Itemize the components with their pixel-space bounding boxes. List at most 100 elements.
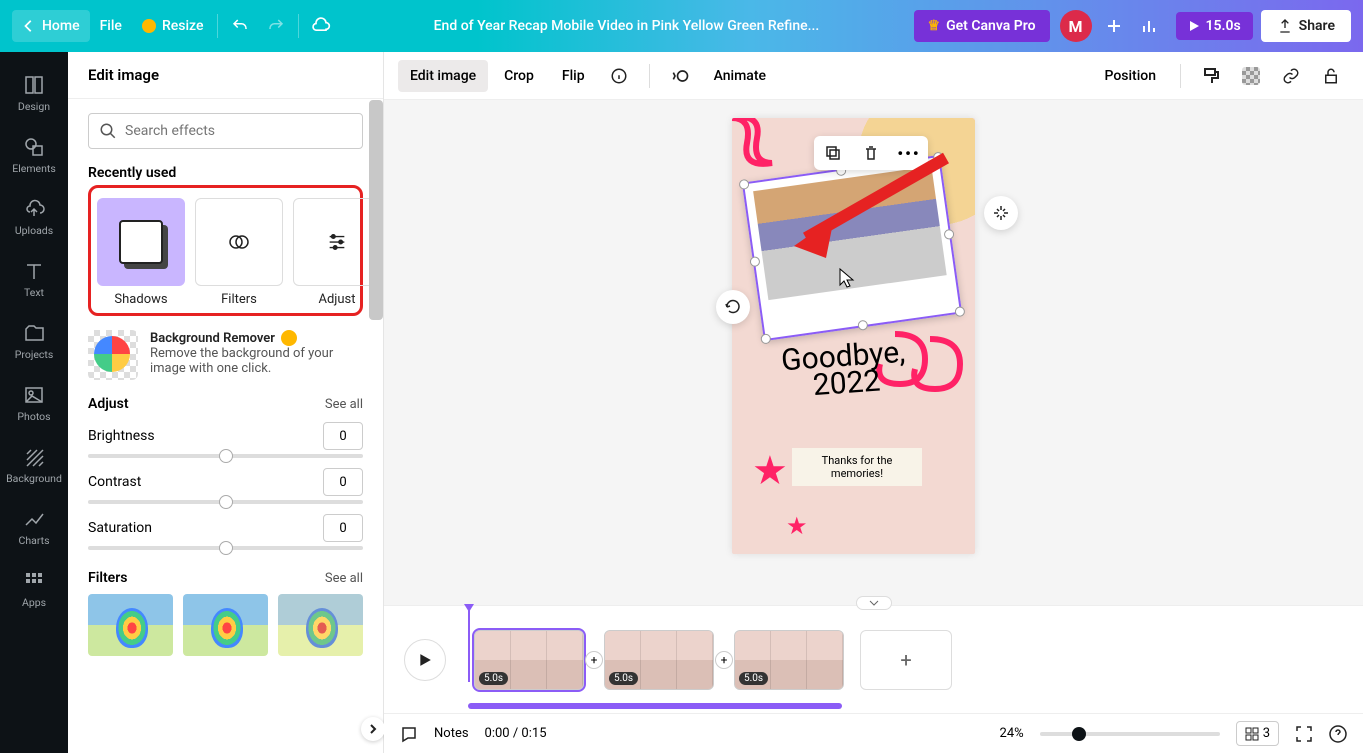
more-button[interactable]: ••• bbox=[890, 136, 928, 170]
flip-tab[interactable]: Flip bbox=[550, 60, 597, 92]
selected-image[interactable] bbox=[742, 155, 962, 341]
effect-adjust[interactable]: Adjust bbox=[293, 198, 381, 307]
document-title[interactable]: End of Year Recap Mobile Video in Pink Y… bbox=[339, 18, 913, 34]
see-all-filters[interactable]: See all bbox=[325, 571, 363, 586]
animate-button[interactable] bbox=[666, 62, 694, 90]
brightness-slider[interactable] bbox=[88, 454, 363, 458]
search-field[interactable] bbox=[125, 123, 352, 139]
lock-button[interactable] bbox=[1317, 62, 1345, 90]
element-float-toolbar: ••• bbox=[814, 136, 928, 170]
shadows-thumb bbox=[97, 198, 185, 286]
effect-filters[interactable]: Filters bbox=[195, 198, 283, 307]
saturation-label: Saturation bbox=[88, 520, 152, 536]
cloud-sync-button[interactable] bbox=[303, 8, 339, 44]
contrast-label: Contrast bbox=[88, 474, 141, 490]
chevron-right-icon bbox=[367, 723, 379, 735]
redo-button[interactable] bbox=[258, 8, 294, 44]
rail-apps[interactable]: Apps bbox=[0, 558, 68, 620]
analytics-button[interactable] bbox=[1132, 8, 1168, 44]
redo-icon bbox=[267, 17, 285, 35]
rail-background[interactable]: Background bbox=[0, 434, 68, 496]
delete-button[interactable] bbox=[852, 136, 890, 170]
duplicate-button[interactable] bbox=[814, 136, 852, 170]
rail-design[interactable]: Design bbox=[0, 62, 68, 124]
rail-text[interactable]: Text bbox=[0, 248, 68, 310]
copy-style-button[interactable] bbox=[1197, 62, 1225, 90]
page-grid-button[interactable]: 3 bbox=[1236, 721, 1279, 746]
share-button[interactable]: Share bbox=[1261, 10, 1351, 42]
star-decoration-small: ★ bbox=[786, 512, 808, 540]
file-menu[interactable]: File bbox=[90, 10, 132, 42]
adjust-section-title: Adjust bbox=[88, 396, 129, 412]
panel-next-button[interactable] bbox=[361, 717, 385, 741]
rotate-button[interactable] bbox=[716, 290, 750, 324]
resize-button[interactable]: Resize bbox=[132, 10, 214, 42]
canvas-stage[interactable]: Goodbye, 2022 Thanks for the memories! ★… bbox=[384, 100, 1363, 605]
fullscreen-icon[interactable] bbox=[1295, 725, 1313, 743]
clip-3[interactable]: 5.0s bbox=[734, 630, 844, 690]
bgr-desc: Remove the background of your image with… bbox=[150, 346, 363, 376]
clip-2[interactable]: 5.0s bbox=[604, 630, 714, 690]
bgr-thumb bbox=[88, 330, 138, 380]
canvas-page[interactable]: Goodbye, 2022 Thanks for the memories! ★… bbox=[732, 118, 975, 554]
add-between-1[interactable]: + bbox=[585, 651, 603, 669]
info-button[interactable] bbox=[605, 62, 633, 90]
undo-button[interactable] bbox=[222, 8, 258, 44]
chart-icon bbox=[1141, 17, 1159, 35]
filter-preset-1[interactable] bbox=[88, 594, 173, 656]
help-icon[interactable] bbox=[1329, 725, 1347, 743]
crop-tab[interactable]: Crop bbox=[492, 60, 546, 92]
zoom-slider[interactable] bbox=[1040, 732, 1220, 736]
position-button[interactable]: Position bbox=[1092, 60, 1168, 92]
crown-icon: ♕ bbox=[928, 18, 941, 34]
grid-icon bbox=[1245, 727, 1259, 741]
filters-thumb bbox=[195, 198, 283, 286]
home-label: Home bbox=[42, 18, 80, 34]
brightness-label: Brightness bbox=[88, 428, 155, 444]
search-effects-input[interactable] bbox=[88, 113, 363, 149]
zoom-percent[interactable]: 24% bbox=[1000, 726, 1024, 741]
filter-preset-3[interactable] bbox=[278, 594, 363, 656]
add-page-button[interactable]: + bbox=[860, 630, 952, 690]
add-member-button[interactable] bbox=[1096, 8, 1132, 44]
contrast-slider[interactable] bbox=[88, 500, 363, 504]
dots-icon: ••• bbox=[897, 144, 920, 163]
contrast-input[interactable] bbox=[323, 468, 363, 496]
rail-photos[interactable]: Photos bbox=[0, 372, 68, 434]
play-button[interactable] bbox=[404, 639, 446, 681]
avatar[interactable]: M bbox=[1060, 10, 1092, 42]
rail-charts[interactable]: Charts bbox=[0, 496, 68, 558]
saturation-slider[interactable] bbox=[88, 546, 363, 550]
transparency-button[interactable] bbox=[1237, 62, 1265, 90]
bg-remover-card[interactable]: Background Remover Remove the background… bbox=[88, 330, 363, 380]
scrollbar[interactable] bbox=[369, 100, 383, 320]
get-pro-button[interactable]: ♕ Get Canva Pro bbox=[914, 10, 1050, 42]
magic-button[interactable] bbox=[984, 196, 1018, 230]
filter-preset-2[interactable] bbox=[183, 594, 268, 656]
add-between-2[interactable]: + bbox=[715, 651, 733, 669]
rail-projects[interactable]: Projects bbox=[0, 310, 68, 372]
subtitle-text[interactable]: Thanks for the memories! bbox=[792, 448, 922, 486]
headline-text[interactable]: Goodbye, 2022 bbox=[780, 339, 908, 402]
brightness-input[interactable] bbox=[323, 422, 363, 450]
edit-image-tab[interactable]: Edit image bbox=[398, 60, 488, 92]
adjust-label: Adjust bbox=[318, 292, 355, 307]
animate-label[interactable]: Animate bbox=[702, 60, 778, 92]
see-all-adjust[interactable]: See all bbox=[325, 397, 363, 412]
saturation-input[interactable] bbox=[323, 514, 363, 542]
link-button[interactable] bbox=[1277, 62, 1305, 90]
divider bbox=[298, 14, 299, 38]
notes-button[interactable]: Notes bbox=[434, 726, 469, 741]
crown-icon bbox=[142, 19, 156, 33]
bgr-title: Background Remover bbox=[150, 331, 275, 346]
present-button[interactable]: 15.0s bbox=[1176, 12, 1253, 40]
divider bbox=[217, 14, 218, 38]
trend-icon bbox=[23, 508, 45, 530]
rail-elements[interactable]: Elements bbox=[0, 124, 68, 186]
effect-shadows[interactable]: Shadows bbox=[97, 198, 185, 307]
clip-1[interactable]: 5.0s bbox=[474, 630, 584, 690]
rail-uploads[interactable]: Uploads bbox=[0, 186, 68, 248]
home-button[interactable]: Home bbox=[12, 10, 90, 42]
photo-content bbox=[753, 166, 947, 300]
playhead[interactable] bbox=[468, 608, 470, 682]
